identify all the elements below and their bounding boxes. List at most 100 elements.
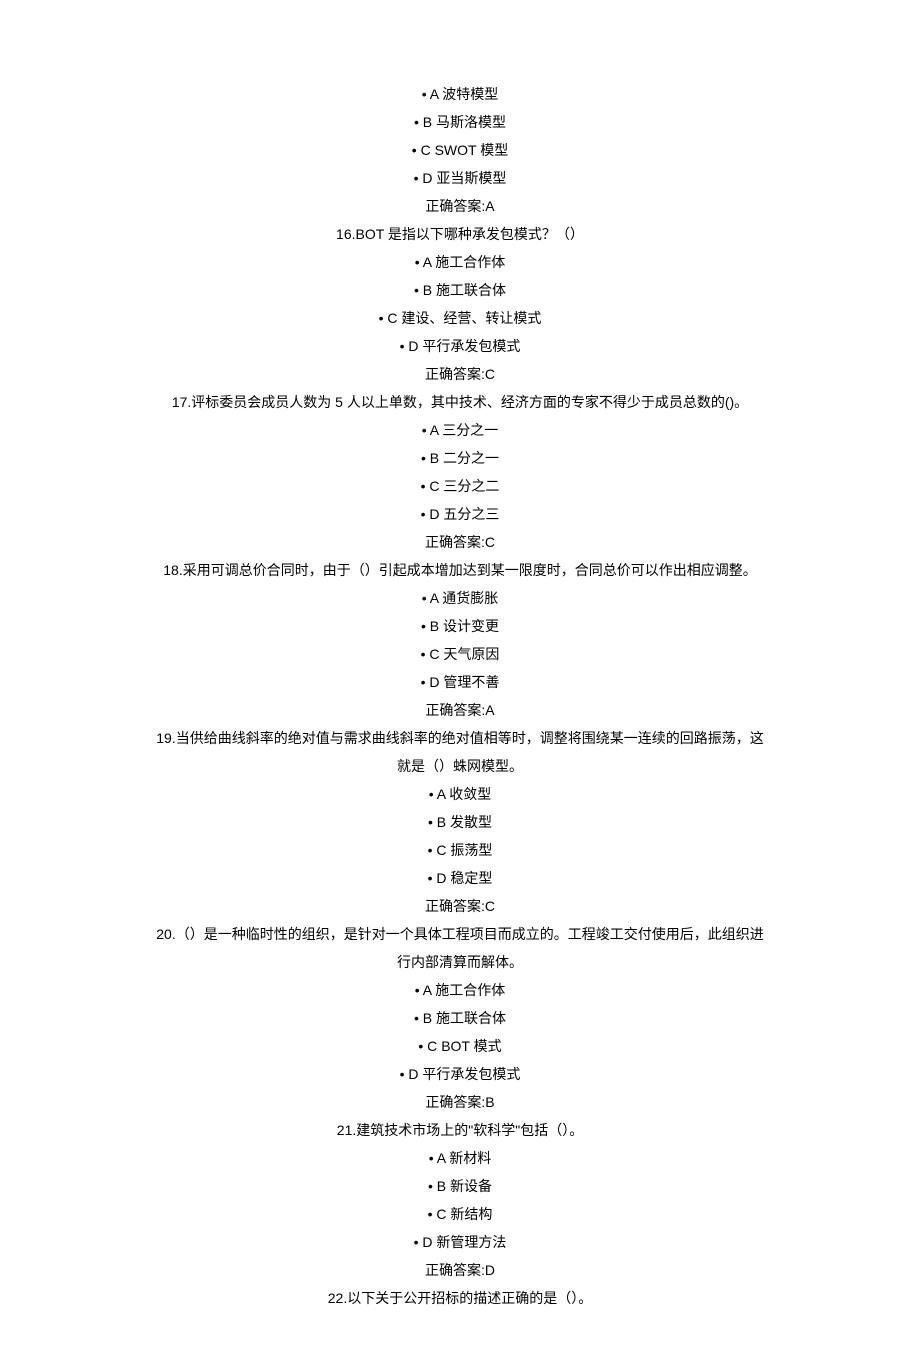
option-text: 三分之二 <box>443 478 499 494</box>
answer-label: 正确答案: <box>425 702 485 718</box>
option-row: • C 建设、经营、转让模式 <box>60 304 860 332</box>
option-row: • C 三分之二 <box>60 472 860 500</box>
option-letter: C <box>436 1206 446 1222</box>
bullet-icon: • <box>422 590 427 606</box>
option-letter: B <box>437 814 446 830</box>
option-text: 马斯洛模型 <box>436 114 506 130</box>
option-text: 新管理方法 <box>436 1234 506 1250</box>
option-text: 收敛型 <box>449 786 491 802</box>
answer-line: 正确答案:A <box>60 696 860 724</box>
option-text: 新结构 <box>450 1206 492 1222</box>
option-letter: B <box>430 618 439 634</box>
option-letter: C <box>429 646 439 662</box>
question-line-continued: 行内部清算而解体。 <box>60 948 860 976</box>
answer-label: 正确答案: <box>425 198 485 214</box>
answer-line: 正确答案:A <box>60 192 860 220</box>
option-row: • A 通货膨胀 <box>60 584 860 612</box>
option-letter: C <box>436 842 446 858</box>
option-letter: A <box>430 86 439 102</box>
document-content: • A 波特模型 • B 马斯洛模型 • C SWOT 模型 • D 亚当斯模型… <box>60 80 860 1312</box>
option-row: • B 发散型 <box>60 808 860 836</box>
option-row: • A 三分之一 <box>60 416 860 444</box>
question-number: 20. <box>156 926 175 942</box>
option-row: • D 亚当斯模型 <box>60 164 860 192</box>
option-letter: A <box>437 1150 446 1166</box>
option-row: • A 新材料 <box>60 1144 860 1172</box>
bullet-icon: • <box>428 814 433 830</box>
option-letter: D <box>436 870 446 886</box>
answer-label: 正确答案: <box>425 366 485 382</box>
question-text: 采用可调总价合同时，由于（）引起成本增加达到某一限度时，合同总价可以作出相应调整… <box>183 562 757 578</box>
option-letter: B <box>437 1178 446 1194</box>
option-text: 施工联合体 <box>436 1010 506 1026</box>
bullet-icon: • <box>414 170 419 186</box>
bullet-icon: • <box>428 1178 433 1194</box>
question-line: 18.采用可调总价合同时，由于（）引起成本增加达到某一限度时，合同总价可以作出相… <box>60 556 860 584</box>
option-row: • B 施工联合体 <box>60 1004 860 1032</box>
option-text: 发散型 <box>450 814 492 830</box>
option-letter: D <box>422 170 432 186</box>
question-number: 19. <box>156 730 175 746</box>
option-letter: A <box>430 422 439 438</box>
question-number: 18. <box>163 562 182 578</box>
answer-line: 正确答案:C <box>60 528 860 556</box>
option-row: • D 管理不善 <box>60 668 860 696</box>
option-text: 管理不善 <box>443 674 499 690</box>
question-text: 行内部清算而解体。 <box>397 954 523 970</box>
option-letter: A <box>423 982 432 998</box>
bullet-icon: • <box>429 786 434 802</box>
answer-value: D <box>485 1262 495 1278</box>
option-text: 波特模型 <box>442 86 498 102</box>
bullet-icon: • <box>400 1066 405 1082</box>
bullet-icon: • <box>421 506 426 522</box>
option-text: 二分之一 <box>443 450 499 466</box>
answer-value: C <box>485 898 495 914</box>
option-text: 施工联合体 <box>436 282 506 298</box>
option-row: • B 二分之一 <box>60 444 860 472</box>
question-line: 20.（）是一种临时性的组织，是针对一个具体工程项目而成立的。工程竣工交付使用后… <box>60 920 860 948</box>
option-letter: D <box>408 338 418 354</box>
option-row: • B 设计变更 <box>60 612 860 640</box>
bullet-icon: • <box>418 1038 423 1054</box>
bullet-icon: • <box>412 142 417 158</box>
bullet-icon: • <box>421 646 426 662</box>
option-row: • A 收敛型 <box>60 780 860 808</box>
option-letter: D <box>422 1234 432 1250</box>
option-row: • C SWOT 模型 <box>60 136 860 164</box>
question-line: 16.BOT 是指以下哪种承发包模式？（） <box>60 220 860 248</box>
answer-line: 正确答案:C <box>60 892 860 920</box>
answer-line: 正确答案:D <box>60 1256 860 1284</box>
question-line: 19.当供给曲线斜率的绝对值与需求曲线斜率的绝对值相等时，调整将围绕某一连续的回… <box>60 724 860 752</box>
bullet-icon: • <box>414 1010 419 1026</box>
bullet-icon: • <box>421 478 426 494</box>
option-text: 新设备 <box>450 1178 492 1194</box>
option-letter: B <box>423 114 432 130</box>
question-number: 21. <box>337 1122 356 1138</box>
bullet-icon: • <box>421 674 426 690</box>
bullet-icon: • <box>414 282 419 298</box>
option-row: • A 施工合作体 <box>60 248 860 276</box>
option-text: SWOT 模型 <box>435 142 509 158</box>
option-text: 稳定型 <box>450 870 492 886</box>
question-text: BOT 是指以下哪种承发包模式？（） <box>356 226 584 242</box>
question-text: （）是一种临时性的组织，是针对一个具体工程项目而成立的。工程竣工交付使用后，此组… <box>176 926 764 942</box>
option-row: • A 施工合作体 <box>60 976 860 1004</box>
option-row: • C 新结构 <box>60 1200 860 1228</box>
option-letter: A <box>423 254 432 270</box>
option-text: 新材料 <box>449 1150 491 1166</box>
answer-label: 正确答案: <box>425 1262 485 1278</box>
question-text: 以下关于公开招标的描述正确的是（）。 <box>347 1290 592 1306</box>
bullet-icon: • <box>428 1206 433 1222</box>
option-row: • C 天气原因 <box>60 640 860 668</box>
question-number: 16. <box>336 226 355 242</box>
option-row: • B 新设备 <box>60 1172 860 1200</box>
question-line: 21.建筑技术市场上的"软科学"包括（）。 <box>60 1116 860 1144</box>
option-letter: D <box>429 674 439 690</box>
option-text: 天气原因 <box>443 646 499 662</box>
option-row: • C 振荡型 <box>60 836 860 864</box>
bullet-icon: • <box>421 618 426 634</box>
question-text: 建筑技术市场上的"软科学"包括（）。 <box>356 1122 583 1138</box>
question-number: 17. <box>172 394 191 410</box>
option-row: • B 施工联合体 <box>60 276 860 304</box>
option-letter: C <box>429 478 439 494</box>
